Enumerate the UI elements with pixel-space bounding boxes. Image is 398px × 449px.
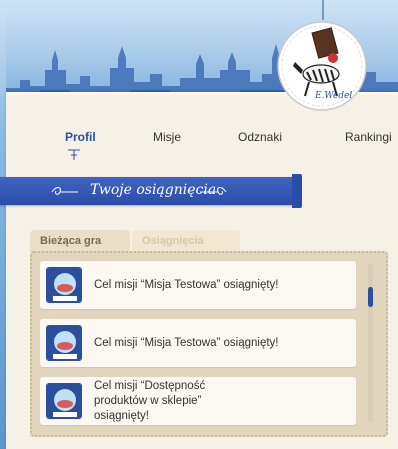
active-tab-marker-icon <box>68 149 80 160</box>
section-ribbon: Twoje osiągnięcia <box>0 177 300 205</box>
feed-item-text: Cel misji “Misja Testowa” osiągnięty! <box>94 336 279 349</box>
flourish-left-icon <box>51 187 78 195</box>
flourish-right-icon <box>200 187 227 195</box>
feed-item-text: Cel misji “Misja Testowa” osiągnięty! <box>94 278 279 291</box>
ribbon-end <box>292 174 302 208</box>
nav-tab-rankingi[interactable]: Rankingi <box>345 130 392 144</box>
scroll-thumb[interactable] <box>368 287 373 307</box>
achievements-feed: Cel misji “Misja Testowa” osiągnięty! Ce… <box>30 251 388 437</box>
nav-tab-misje[interactable]: Misje <box>153 130 181 144</box>
feed-item-text: Cel misji “Dostępność produktów w sklepi… <box>94 379 206 422</box>
main-nav: Profil Misje Odznaki Rankingi <box>0 130 398 160</box>
mission-badge-icon <box>46 383 82 419</box>
zebra-chocolate-badge-icon: E.Wedel <box>277 0 367 111</box>
nav-tab-odznaki[interactable]: Odznaki <box>238 130 282 144</box>
feed-item: Cel misji “Misja Testowa” osiągnięty! <box>40 319 356 367</box>
tab-osiagniecia[interactable]: Osiągnięcia <box>132 230 240 252</box>
mission-badge-icon <box>46 325 82 361</box>
feed-item: Cel misji “Misja Testowa” osiągnięty! <box>40 261 356 309</box>
nav-tab-profil[interactable]: Profil <box>65 130 96 144</box>
mission-badge-icon <box>46 267 82 303</box>
feed-item: Cel misji “Dostępność produktów w sklepi… <box>40 377 356 425</box>
tab-biezaca-gra[interactable]: Bieżąca gra <box>30 230 130 252</box>
feed-scrollbar[interactable] <box>368 263 373 423</box>
svg-text:E.Wedel: E.Wedel <box>314 91 352 101</box>
